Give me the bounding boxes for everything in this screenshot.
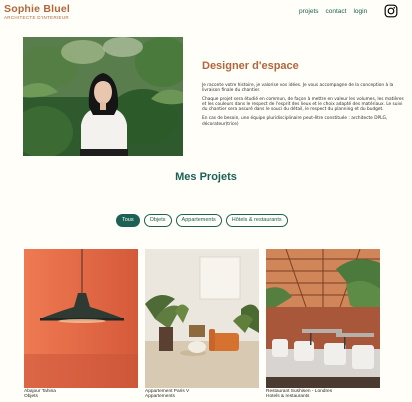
project-image-lamp <box>24 249 138 388</box>
project-card[interactable]: Appartement Paris V Appartements <box>145 249 259 399</box>
filter-button-appartements[interactable]: Appartements <box>175 214 222 227</box>
project-category: Appartements <box>145 394 175 400</box>
main-nav: projets contact login <box>299 8 367 15</box>
intro-paragraph: Chaque projet sera étudié en commun, de … <box>202 97 404 113</box>
intro-photo <box>23 37 183 156</box>
filter-button-hotels-restaurants[interactable]: Hôtels & restaurants <box>225 214 288 227</box>
filter-bar: Tous Objets Appartements Hôtels & restau… <box>116 214 288 227</box>
projects-title: Mes Projets <box>175 171 237 183</box>
filter-button-objets[interactable]: Objets <box>143 214 172 227</box>
project-card[interactable]: Restaurant Sushisen - Londres Hotels & r… <box>266 249 380 399</box>
nav-link-contact[interactable]: contact <box>326 8 347 15</box>
logo-title: Sophie Bluel <box>4 3 70 15</box>
logo-subtitle: ARCHITECTE D'INTERIEUR <box>4 15 69 20</box>
filter-button-tous[interactable]: Tous <box>116 214 140 227</box>
intro-paragraph: En cas de besoin, une équipe pluridiscip… <box>202 116 388 127</box>
project-image-restaurant <box>266 249 380 388</box>
intro-title: Designer d'espace <box>202 60 299 72</box>
site-logo[interactable]: Sophie Bluel ARCHITECTE D'INTERIEUR <box>4 3 70 21</box>
project-category: Objets <box>24 394 38 400</box>
project-image-apartment <box>145 249 259 388</box>
project-card[interactable]: Abajour Tahina Objets <box>24 249 138 399</box>
nav-link-login[interactable]: login <box>353 8 367 15</box>
nav-link-projets[interactable]: projets <box>299 8 319 15</box>
instagram-icon[interactable] <box>384 4 398 18</box>
project-category: Hotels & restaurants <box>266 394 310 400</box>
intro-paragraph: Je raconte votre histoire, je valorise v… <box>202 83 394 94</box>
intro-text: Je raconte votre histoire, je valorise v… <box>202 83 404 131</box>
